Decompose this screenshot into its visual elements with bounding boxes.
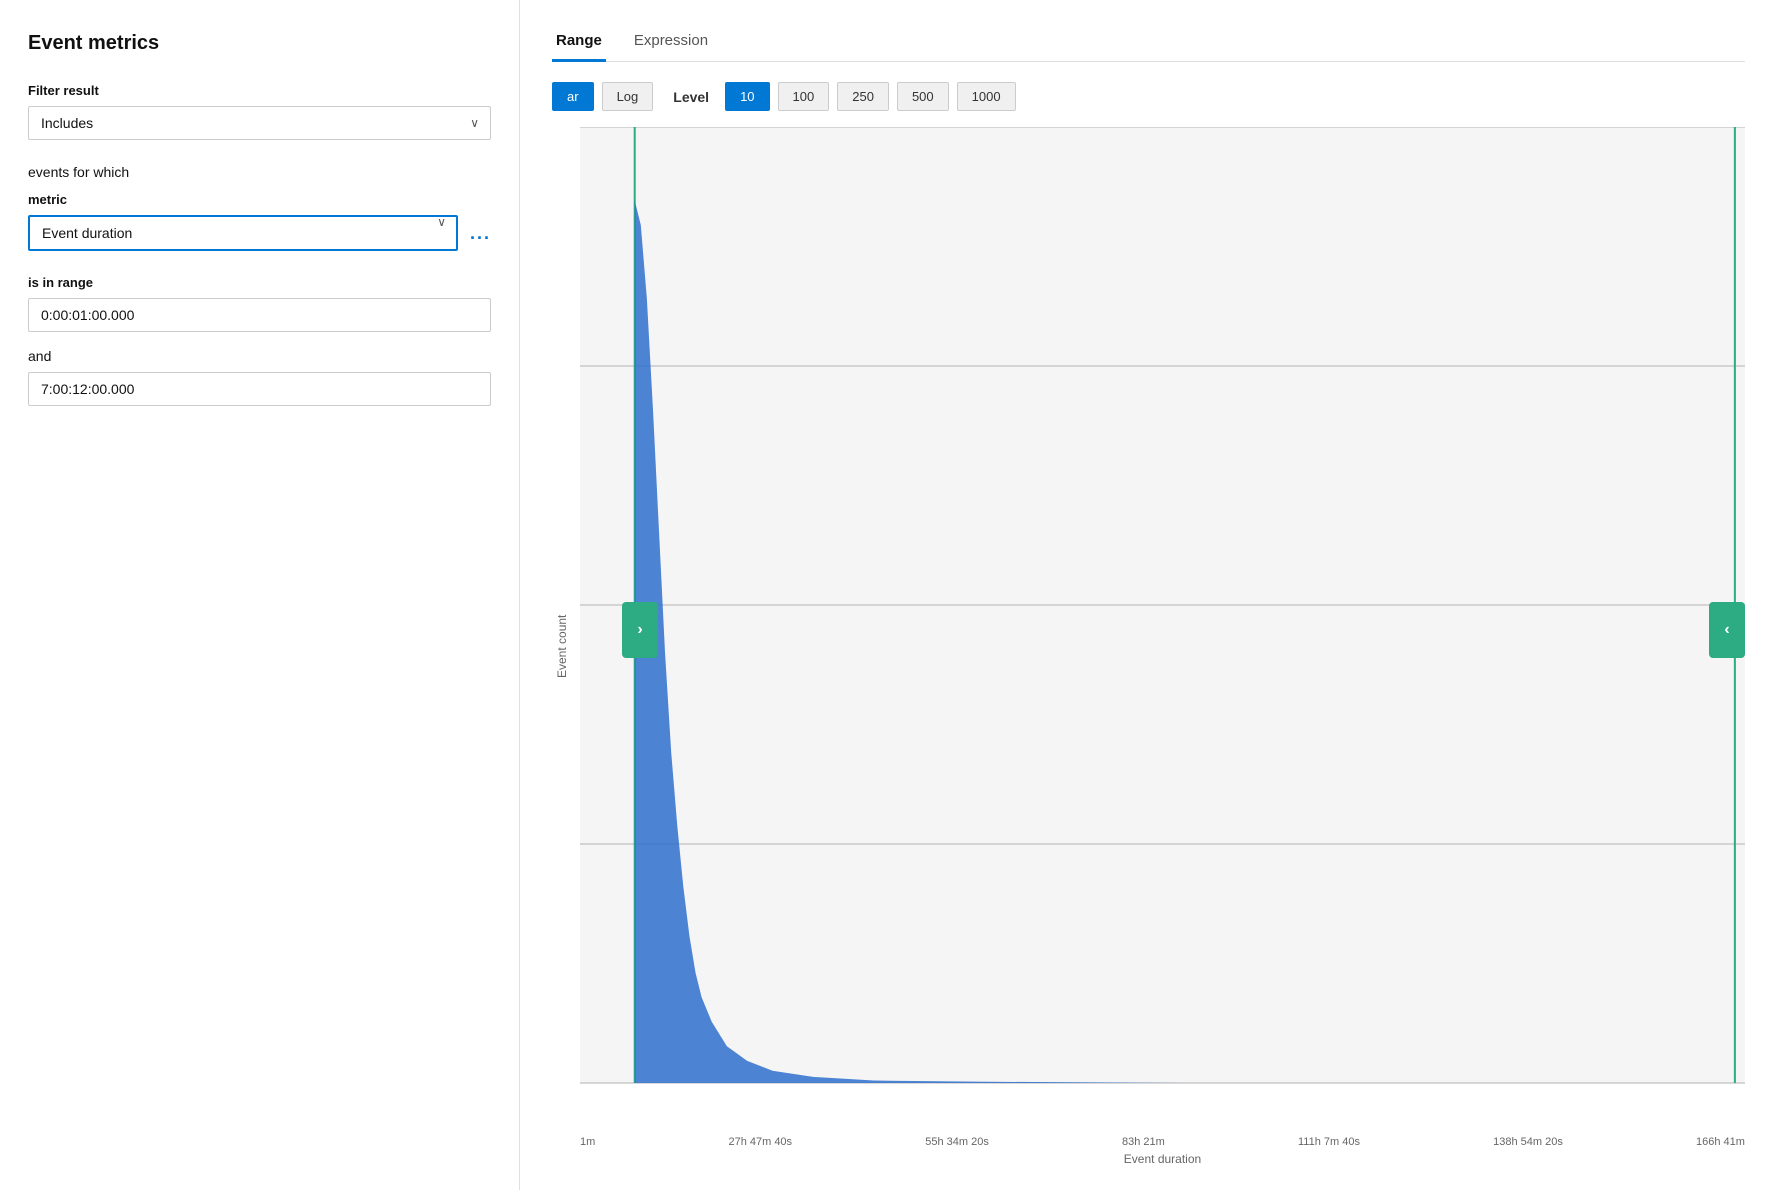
range-section: is in range and bbox=[28, 275, 491, 422]
x-tick-55h: 55h 34m 20s bbox=[925, 1136, 989, 1148]
toggle-log-button[interactable]: Log bbox=[602, 82, 654, 111]
metric-select-wrapper: Event duration Event count ∨ bbox=[28, 215, 458, 251]
filter-result-select[interactable]: Includes Excludes bbox=[28, 106, 491, 140]
x-tick-111h: 111h 7m 40s bbox=[1298, 1136, 1360, 1148]
is-in-range-label: is in range bbox=[28, 275, 491, 290]
level-250-button[interactable]: 250 bbox=[837, 82, 889, 111]
level-10-button[interactable]: 10 bbox=[725, 82, 769, 111]
level-label: Level bbox=[673, 89, 709, 105]
range-handle-right[interactable]: ‹ bbox=[1709, 602, 1745, 658]
x-tick-1m: 1m bbox=[580, 1136, 595, 1148]
range-end-input[interactable] bbox=[28, 372, 491, 406]
metric-row: Event duration Event count ∨ ... bbox=[28, 215, 491, 251]
chart-container: Event count 2000 1500 bbox=[552, 127, 1745, 1166]
chart-svg: 2000 1500 1000 500 bbox=[580, 127, 1745, 1132]
chart-area: Event count 2000 1500 bbox=[552, 127, 1745, 1166]
metric-label: metric bbox=[28, 192, 491, 207]
x-tick-138h: 138h 54m 20s bbox=[1493, 1136, 1563, 1148]
x-axis-title: Event duration bbox=[580, 1152, 1745, 1166]
filter-result-dropdown-wrapper: Includes Excludes ∨ bbox=[28, 106, 491, 140]
filter-result-section: Filter result Includes Excludes ∨ bbox=[28, 83, 491, 140]
metric-more-icon[interactable]: ... bbox=[470, 223, 491, 244]
tab-expression[interactable]: Expression bbox=[630, 24, 712, 62]
x-tick-27h: 27h 47m 40s bbox=[728, 1136, 792, 1148]
x-axis-labels: 1m 27h 47m 40s 55h 34m 20s 83h 21m 111h … bbox=[580, 1132, 1745, 1148]
range-start-input[interactable] bbox=[28, 298, 491, 332]
level-1000-button[interactable]: 1000 bbox=[957, 82, 1016, 111]
and-label: and bbox=[28, 348, 491, 364]
chart-inner: 2000 1500 1000 500 › bbox=[580, 127, 1745, 1166]
right-panel: Range Expression ar Log Level 10 100 250… bbox=[520, 0, 1777, 1190]
chart-svg-wrapper: 2000 1500 1000 500 › bbox=[580, 127, 1745, 1132]
range-handle-left[interactable]: › bbox=[622, 602, 658, 658]
toggle-bar-button[interactable]: ar bbox=[552, 82, 594, 111]
chart-controls-row: ar Log Level 10 100 250 500 1000 bbox=[552, 82, 1745, 111]
x-tick-83h: 83h 21m bbox=[1122, 1136, 1165, 1148]
metric-section: metric Event duration Event count ∨ ... bbox=[28, 192, 491, 251]
tabs-bar: Range Expression bbox=[552, 24, 1745, 62]
y-axis-label: Event count bbox=[552, 127, 572, 1166]
left-handle-arrow-icon: › bbox=[637, 621, 642, 639]
metric-select[interactable]: Event duration Event count bbox=[28, 215, 458, 251]
filter-result-label: Filter result bbox=[28, 83, 491, 98]
tab-range[interactable]: Range bbox=[552, 24, 606, 62]
left-panel: Event metrics Filter result Includes Exc… bbox=[0, 0, 520, 1190]
x-tick-166h: 166h 41m bbox=[1696, 1136, 1745, 1148]
right-handle-arrow-icon: ‹ bbox=[1724, 621, 1729, 639]
events-for-which-label: events for which bbox=[28, 164, 491, 180]
level-100-button[interactable]: 100 bbox=[778, 82, 830, 111]
panel-title: Event metrics bbox=[28, 32, 491, 55]
level-500-button[interactable]: 500 bbox=[897, 82, 949, 111]
